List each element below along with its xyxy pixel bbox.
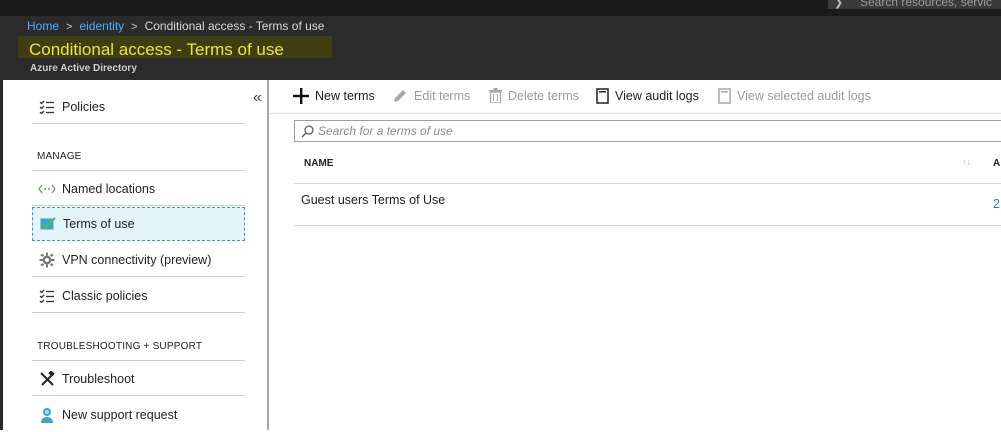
nav-item-policies[interactable]: Policies — [32, 90, 245, 124]
document-icon — [718, 88, 731, 104]
header-divider — [294, 183, 1001, 184]
nav-item-terms-of-use[interactable]: Terms of use — [32, 207, 245, 241]
terms-check-icon — [33, 217, 63, 231]
nav-item-label: VPN connectivity (preview) — [62, 252, 212, 267]
nav-item-vpn-connectivity[interactable]: VPN connectivity (preview) — [32, 243, 245, 277]
nav-item-new-support-request[interactable]: New support request — [32, 398, 245, 432]
trash-icon — [489, 88, 502, 103]
left-nav: « Policies MANAGE Named locations Terms … — [0, 80, 269, 430]
named-locations-icon — [32, 184, 62, 194]
row-divider — [294, 225, 1001, 226]
delete-terms-button[interactable]: Delete terms — [489, 88, 579, 103]
sort-icon[interactable]: ↑↓ — [962, 157, 971, 167]
support-person-icon — [32, 407, 62, 423]
nav-item-label: Named locations — [62, 181, 156, 196]
nav-item-named-locations[interactable]: Named locations — [32, 172, 245, 206]
terms-search-box — [294, 120, 1001, 142]
section-header-manage: MANAGE — [37, 151, 82, 162]
gear-icon — [32, 252, 62, 268]
row-name-cell[interactable]: Guest users Terms of Use — [301, 193, 445, 207]
page-subtitle: Azure Active Directory — [30, 63, 137, 74]
breadcrumb-separator: > — [66, 21, 73, 33]
column-header-name[interactable]: NAME — [304, 158, 333, 169]
global-search-box[interactable]: ❯ Search resources, servic — [828, 0, 1001, 9]
edit-terms-button[interactable]: Edit terms — [392, 88, 470, 104]
page-title: Conditional access - Terms of use — [29, 40, 284, 59]
collapse-menu-button[interactable]: « — [253, 89, 262, 107]
list-icon — [32, 100, 62, 114]
top-bar: ❯ Search resources, servic — [0, 0, 1001, 16]
document-icon — [596, 88, 609, 104]
view-audit-logs-label: View audit logs — [615, 89, 699, 103]
nav-item-troubleshoot[interactable]: Troubleshoot — [32, 362, 245, 396]
column-header-second[interactable]: A — [993, 158, 1000, 169]
command-bar: New terms Edit terms Delete terms View a… — [270, 80, 1001, 114]
plus-icon — [293, 88, 309, 104]
chevron-right-icon: ❯ — [834, 0, 844, 9]
section-header-troubleshooting: TROUBLESHOOTING + SUPPORT — [37, 341, 203, 352]
delete-terms-label: Delete terms — [508, 88, 579, 103]
edit-terms-label: Edit terms — [414, 89, 471, 103]
nav-item-label: Troubleshoot — [62, 371, 135, 386]
breadcrumb: Home > eidentity > Conditional access - Term… — [27, 19, 324, 33]
nav-item-label: Policies — [62, 99, 106, 114]
list-icon — [32, 289, 62, 303]
pencil-icon — [392, 88, 408, 104]
nav-item-label: Terms of use — [63, 217, 135, 231]
breadcrumb-directory[interactable]: eidentity — [79, 19, 124, 33]
global-search-placeholder[interactable]: Search resources, servic — [860, 0, 992, 9]
nav-item-classic-policies[interactable]: Classic policies — [32, 279, 245, 313]
nav-item-label: Classic policies — [62, 288, 148, 303]
tools-icon — [32, 370, 62, 387]
divider — [32, 170, 245, 171]
divider — [32, 360, 245, 361]
breadcrumb-home[interactable]: Home — [27, 19, 59, 33]
search-input[interactable] — [318, 124, 918, 138]
breadcrumb-separator: > — [131, 21, 138, 33]
row-value-cell[interactable]: 2 — [993, 197, 1000, 211]
search-icon — [301, 124, 314, 138]
blade-header: Home > eidentity > Conditional access - Term… — [0, 16, 1001, 80]
new-terms-button[interactable]: New terms — [293, 88, 375, 104]
view-audit-logs-button[interactable]: View audit logs — [596, 88, 699, 104]
view-selected-audit-logs-label: View selected audit logs — [737, 89, 871, 103]
nav-item-label: New support request — [62, 408, 178, 422]
view-selected-audit-logs-button[interactable]: View selected audit logs — [718, 88, 871, 104]
new-terms-label: New terms — [315, 89, 375, 103]
breadcrumb-current: Conditional access - Terms of use — [144, 19, 325, 33]
